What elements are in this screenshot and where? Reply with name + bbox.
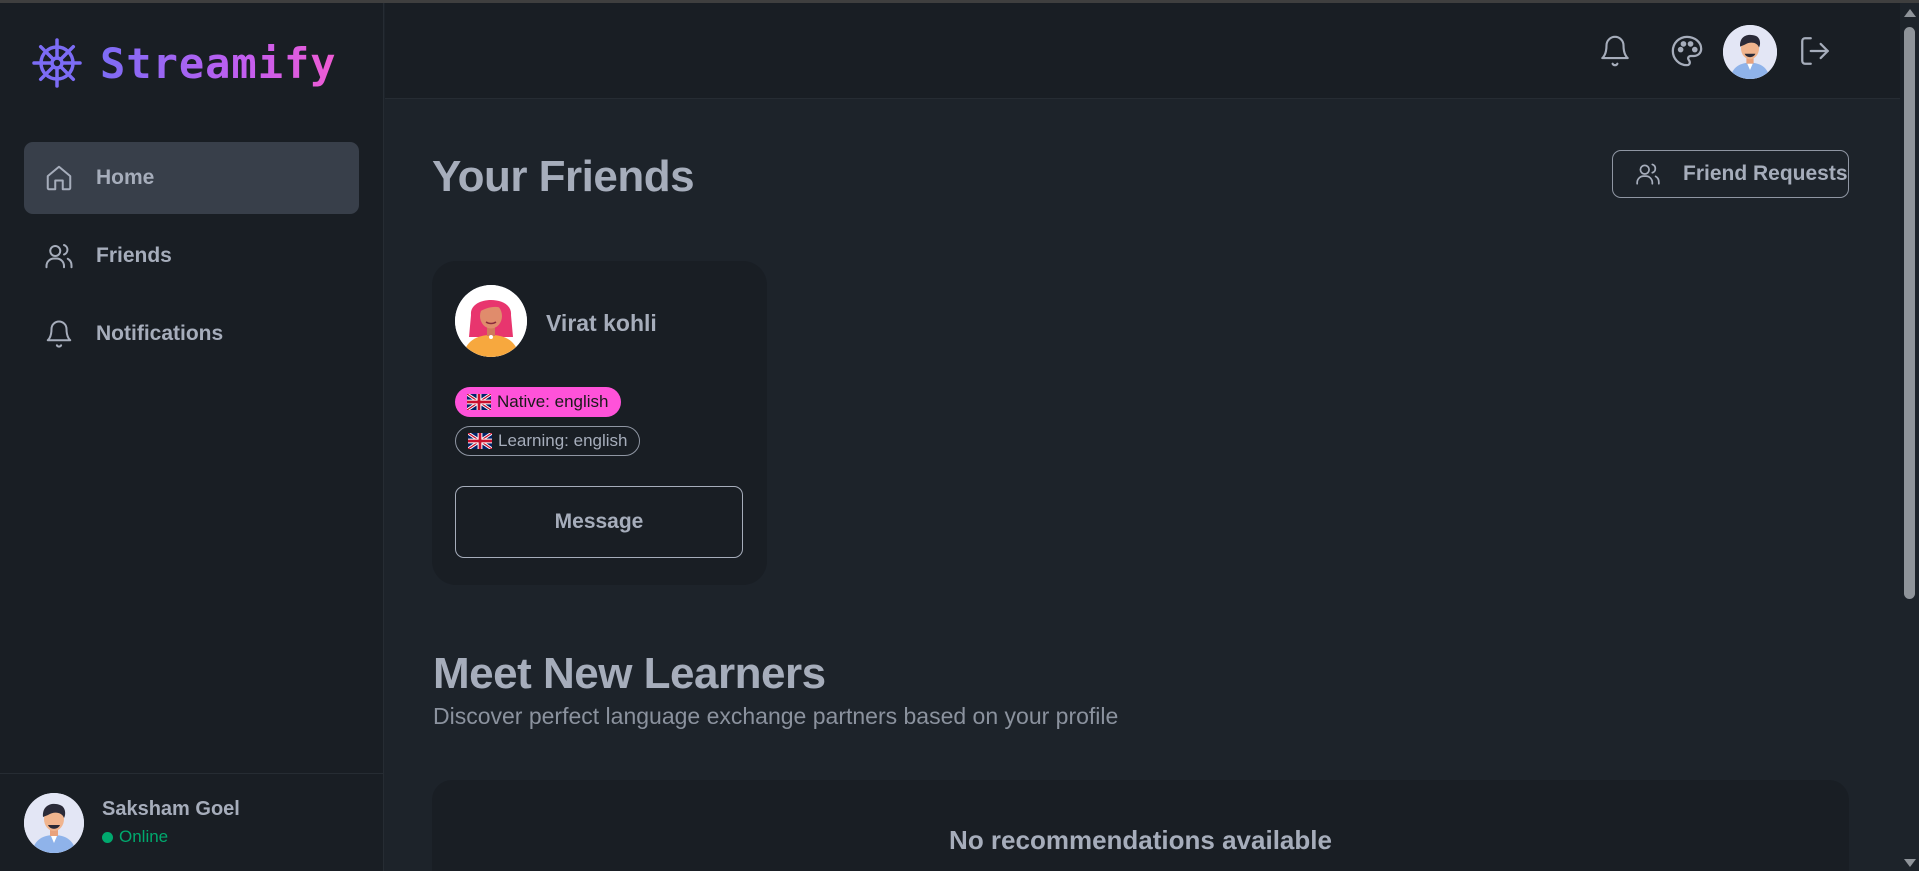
user-name: Saksham Goel <box>102 798 240 820</box>
sidebar-item-label: Home <box>96 166 155 189</box>
friend-requests-label: Friend Requests <box>1683 162 1848 185</box>
learning-language-badge: Learning: english <box>455 426 641 456</box>
app-name: Streamify <box>100 38 337 88</box>
profile-avatar[interactable] <box>1723 25 1777 79</box>
male-avatar-illustration <box>24 792 84 853</box>
scrollbar[interactable] <box>1900 3 1919 871</box>
scroll-down-arrow-icon[interactable] <box>1904 859 1916 867</box>
friend-name: Virat kohli <box>546 310 657 336</box>
scroll-up-arrow-icon[interactable] <box>1904 9 1916 17</box>
sidebar: Streamify Home Friends Notifications Sak… <box>0 3 384 871</box>
current-user[interactable]: Saksham Goel Online <box>0 773 383 871</box>
uk-flag-icon <box>467 394 491 410</box>
notifications-button[interactable] <box>1595 31 1635 71</box>
status-badge: Online <box>102 827 240 847</box>
top-header <box>385 3 1900 99</box>
home-icon <box>46 165 72 191</box>
section-subtitle: Discover perfect language exchange partn… <box>433 703 1119 729</box>
bell-icon <box>46 320 72 348</box>
theme-button[interactable] <box>1667 31 1707 71</box>
empty-state-text: No recommendations available <box>949 825 1332 855</box>
sidebar-item-notifications[interactable]: Notifications <box>24 298 359 370</box>
message-button[interactable]: Message <box>455 486 743 558</box>
sidebar-item-friends[interactable]: Friends <box>24 220 359 292</box>
friend-card: Virat kohli Native: english Learning: en… <box>432 261 767 585</box>
online-dot-icon <box>102 831 113 843</box>
friend-requests-button[interactable]: Friend Requests <box>1612 150 1849 198</box>
empty-state: No recommendations available <box>432 780 1849 871</box>
female-avatar-illustration <box>455 285 527 357</box>
palette-icon <box>1671 35 1703 67</box>
users-icon <box>45 244 73 269</box>
learning-language-label: Learning: english <box>498 431 628 450</box>
sidebar-item-label: Friends <box>96 244 172 267</box>
avatar[interactable] <box>24 792 84 853</box>
logout-button[interactable] <box>1795 31 1835 71</box>
native-language-badge: Native: english <box>455 387 621 417</box>
users-icon <box>1636 163 1660 185</box>
logout-icon <box>1801 37 1829 65</box>
avatar <box>455 285 527 357</box>
sidebar-item-label: Notifications <box>96 322 224 345</box>
main-content: Your Friends Friend Requests Virat kohli <box>385 100 1900 871</box>
ship-wheel-icon <box>32 38 82 88</box>
app-logo[interactable]: Streamify <box>32 35 337 91</box>
user-status-label: Online <box>119 827 169 846</box>
native-language-label: Native: english <box>497 392 609 411</box>
sidebar-nav: Home Friends Notifications <box>24 142 359 376</box>
male-avatar-illustration <box>1723 25 1777 79</box>
user-meta: Saksham Goel Online <box>102 798 240 847</box>
sidebar-item-home[interactable]: Home <box>24 142 359 214</box>
uk-flag-icon <box>468 433 492 449</box>
bell-icon <box>1601 35 1629 67</box>
page-title: Your Friends <box>432 152 695 201</box>
section-title: Meet New Learners <box>433 649 826 698</box>
scrollbar-thumb[interactable] <box>1904 27 1915 599</box>
window-top-border <box>0 0 1919 3</box>
